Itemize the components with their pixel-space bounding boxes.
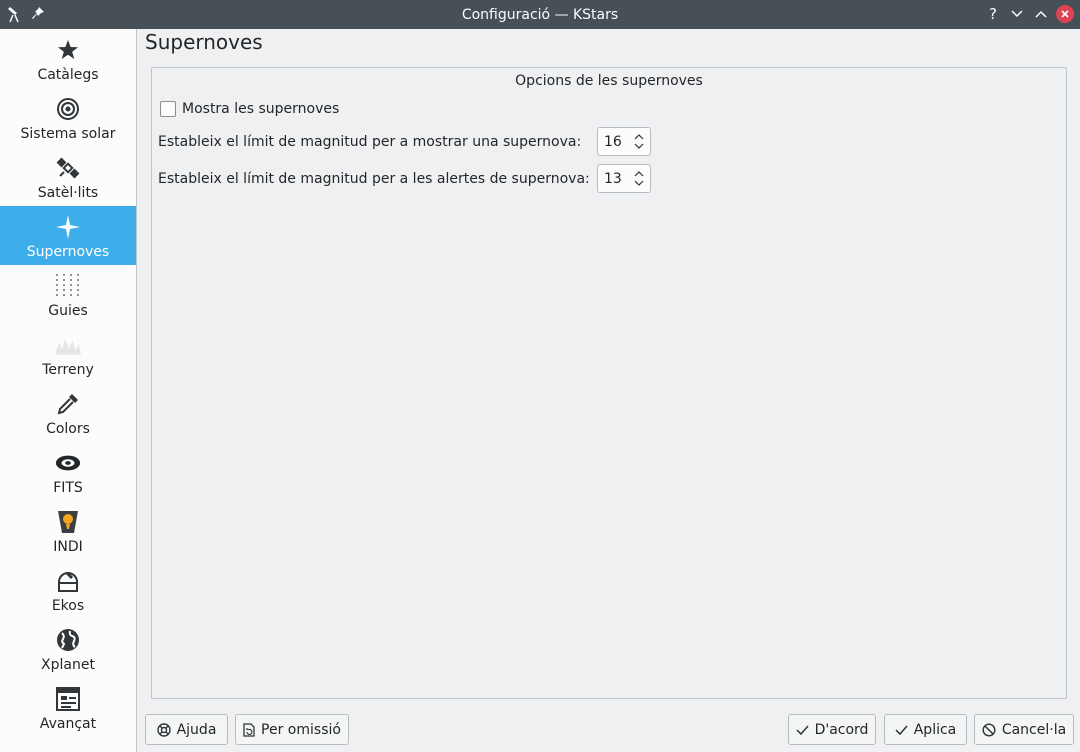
apply-button-label: Aplica: [913, 721, 957, 738]
sidebar-item-advanced[interactable]: Avançat: [0, 678, 136, 737]
check-icon: [796, 725, 809, 735]
globe-icon: [55, 627, 81, 653]
sidebar-item-satellites[interactable]: Satèl·lits: [0, 147, 136, 206]
display-magnitude-row: Estableix el límit de magnitud per a mos…: [158, 127, 651, 156]
sidebar-item-ekos[interactable]: Ekos: [0, 560, 136, 619]
sidebar-item-label: FITS: [53, 480, 83, 496]
observatory-dome-icon: [55, 568, 81, 594]
help-button-label: Ajuda: [176, 721, 217, 738]
advanced-settings-icon: [55, 686, 81, 712]
terrain-icon: [55, 332, 81, 358]
apply-button[interactable]: Aplica: [884, 714, 967, 745]
defaults-button-label: Per omissió: [261, 721, 341, 738]
supernovae-options-group: Opcions de les supernoves Mostra les sup…: [151, 67, 1067, 699]
sidebar-item-colors[interactable]: Colors: [0, 383, 136, 442]
satellite-icon: [55, 155, 81, 181]
galaxy-icon: [55, 450, 81, 476]
lifebuoy-icon: [156, 722, 171, 737]
spin-up-icon[interactable]: [634, 134, 644, 140]
document-revert-icon: [243, 722, 255, 737]
sidebar-item-label: Ekos: [51, 598, 85, 614]
color-picker-icon: [55, 391, 81, 417]
sidebar-item-label: Satèl·lits: [37, 185, 99, 201]
check-icon: [895, 725, 908, 735]
alert-magnitude-label: Estableix el límit de magnitud per a les…: [158, 170, 590, 187]
sidebar-item-terrain[interactable]: Terreny: [0, 324, 136, 383]
display-magnitude-value[interactable]: 16: [604, 134, 622, 150]
show-supernovae-label: Mostra les supernoves: [182, 101, 340, 117]
group-title: Opcions de les supernoves: [515, 73, 703, 89]
page-title: Supernoves: [145, 30, 263, 54]
alert-magnitude-value[interactable]: 13: [604, 171, 622, 187]
star-icon: [55, 37, 81, 63]
alert-magnitude-row: Estableix el límit de magnitud per a les…: [158, 164, 651, 193]
show-supernovae-checkbox[interactable]: [160, 101, 176, 117]
solar-system-icon: [55, 96, 81, 122]
maximize-button[interactable]: [1032, 4, 1050, 24]
sidebar-item-indi[interactable]: INDI: [0, 501, 136, 560]
sidebar-item-label: Supernoves: [26, 244, 110, 260]
sidebar: Catàlegs Sistema solar Satèl·lits Supern…: [0, 29, 137, 752]
cancel-button[interactable]: Cancel·la: [974, 714, 1074, 745]
sidebar-item-label: Xplanet: [41, 657, 95, 673]
pin-icon[interactable]: [30, 5, 46, 27]
app-icon[interactable]: [6, 5, 22, 27]
title-bar: Configuració — KStars ?: [0, 0, 1080, 29]
window-title: Configuració — KStars: [461, 6, 619, 23]
help-icon[interactable]: ?: [984, 4, 1002, 24]
spin-up-icon[interactable]: [634, 171, 644, 177]
cancel-icon: [982, 722, 996, 737]
sidebar-item-label: Catàlegs: [37, 67, 99, 83]
indi-icon: [55, 509, 81, 535]
ok-button-label: D'acord: [814, 721, 869, 738]
sidebar-item-supernovae[interactable]: Supernoves: [0, 206, 136, 265]
show-supernovae-option[interactable]: Mostra les supernoves: [160, 101, 339, 117]
cancel-button-label: Cancel·la: [1001, 721, 1067, 738]
sidebar-item-label: Sistema solar: [20, 126, 116, 142]
close-button[interactable]: [1056, 5, 1074, 23]
guides-grid-icon: [55, 273, 81, 299]
defaults-button[interactable]: Per omissió: [235, 714, 349, 745]
sidebar-item-label: Avançat: [39, 716, 97, 732]
display-magnitude-label: Estableix el límit de magnitud per a mos…: [158, 133, 582, 150]
sidebar-item-solar-system[interactable]: Sistema solar: [0, 88, 136, 147]
sidebar-item-fits[interactable]: FITS: [0, 442, 136, 501]
spin-down-icon[interactable]: [634, 180, 644, 186]
spin-down-icon[interactable]: [634, 143, 644, 149]
sidebar-item-label: Guies: [48, 303, 88, 319]
help-button[interactable]: Ajuda: [145, 714, 228, 745]
supernova-icon: [55, 214, 81, 240]
sidebar-item-xplanet[interactable]: Xplanet: [0, 619, 136, 678]
sidebar-item-label: Terreny: [42, 362, 94, 378]
minimize-button[interactable]: [1008, 4, 1026, 24]
sidebar-item-label: Colors: [46, 421, 90, 437]
alert-magnitude-spinbox[interactable]: 13: [597, 164, 651, 193]
sidebar-item-label: INDI: [53, 539, 83, 555]
ok-button[interactable]: D'acord: [788, 714, 876, 745]
sidebar-item-catalogs[interactable]: Catàlegs: [0, 29, 136, 88]
display-magnitude-spinbox[interactable]: 16: [597, 127, 651, 156]
sidebar-item-guides[interactable]: Guies: [0, 265, 136, 324]
